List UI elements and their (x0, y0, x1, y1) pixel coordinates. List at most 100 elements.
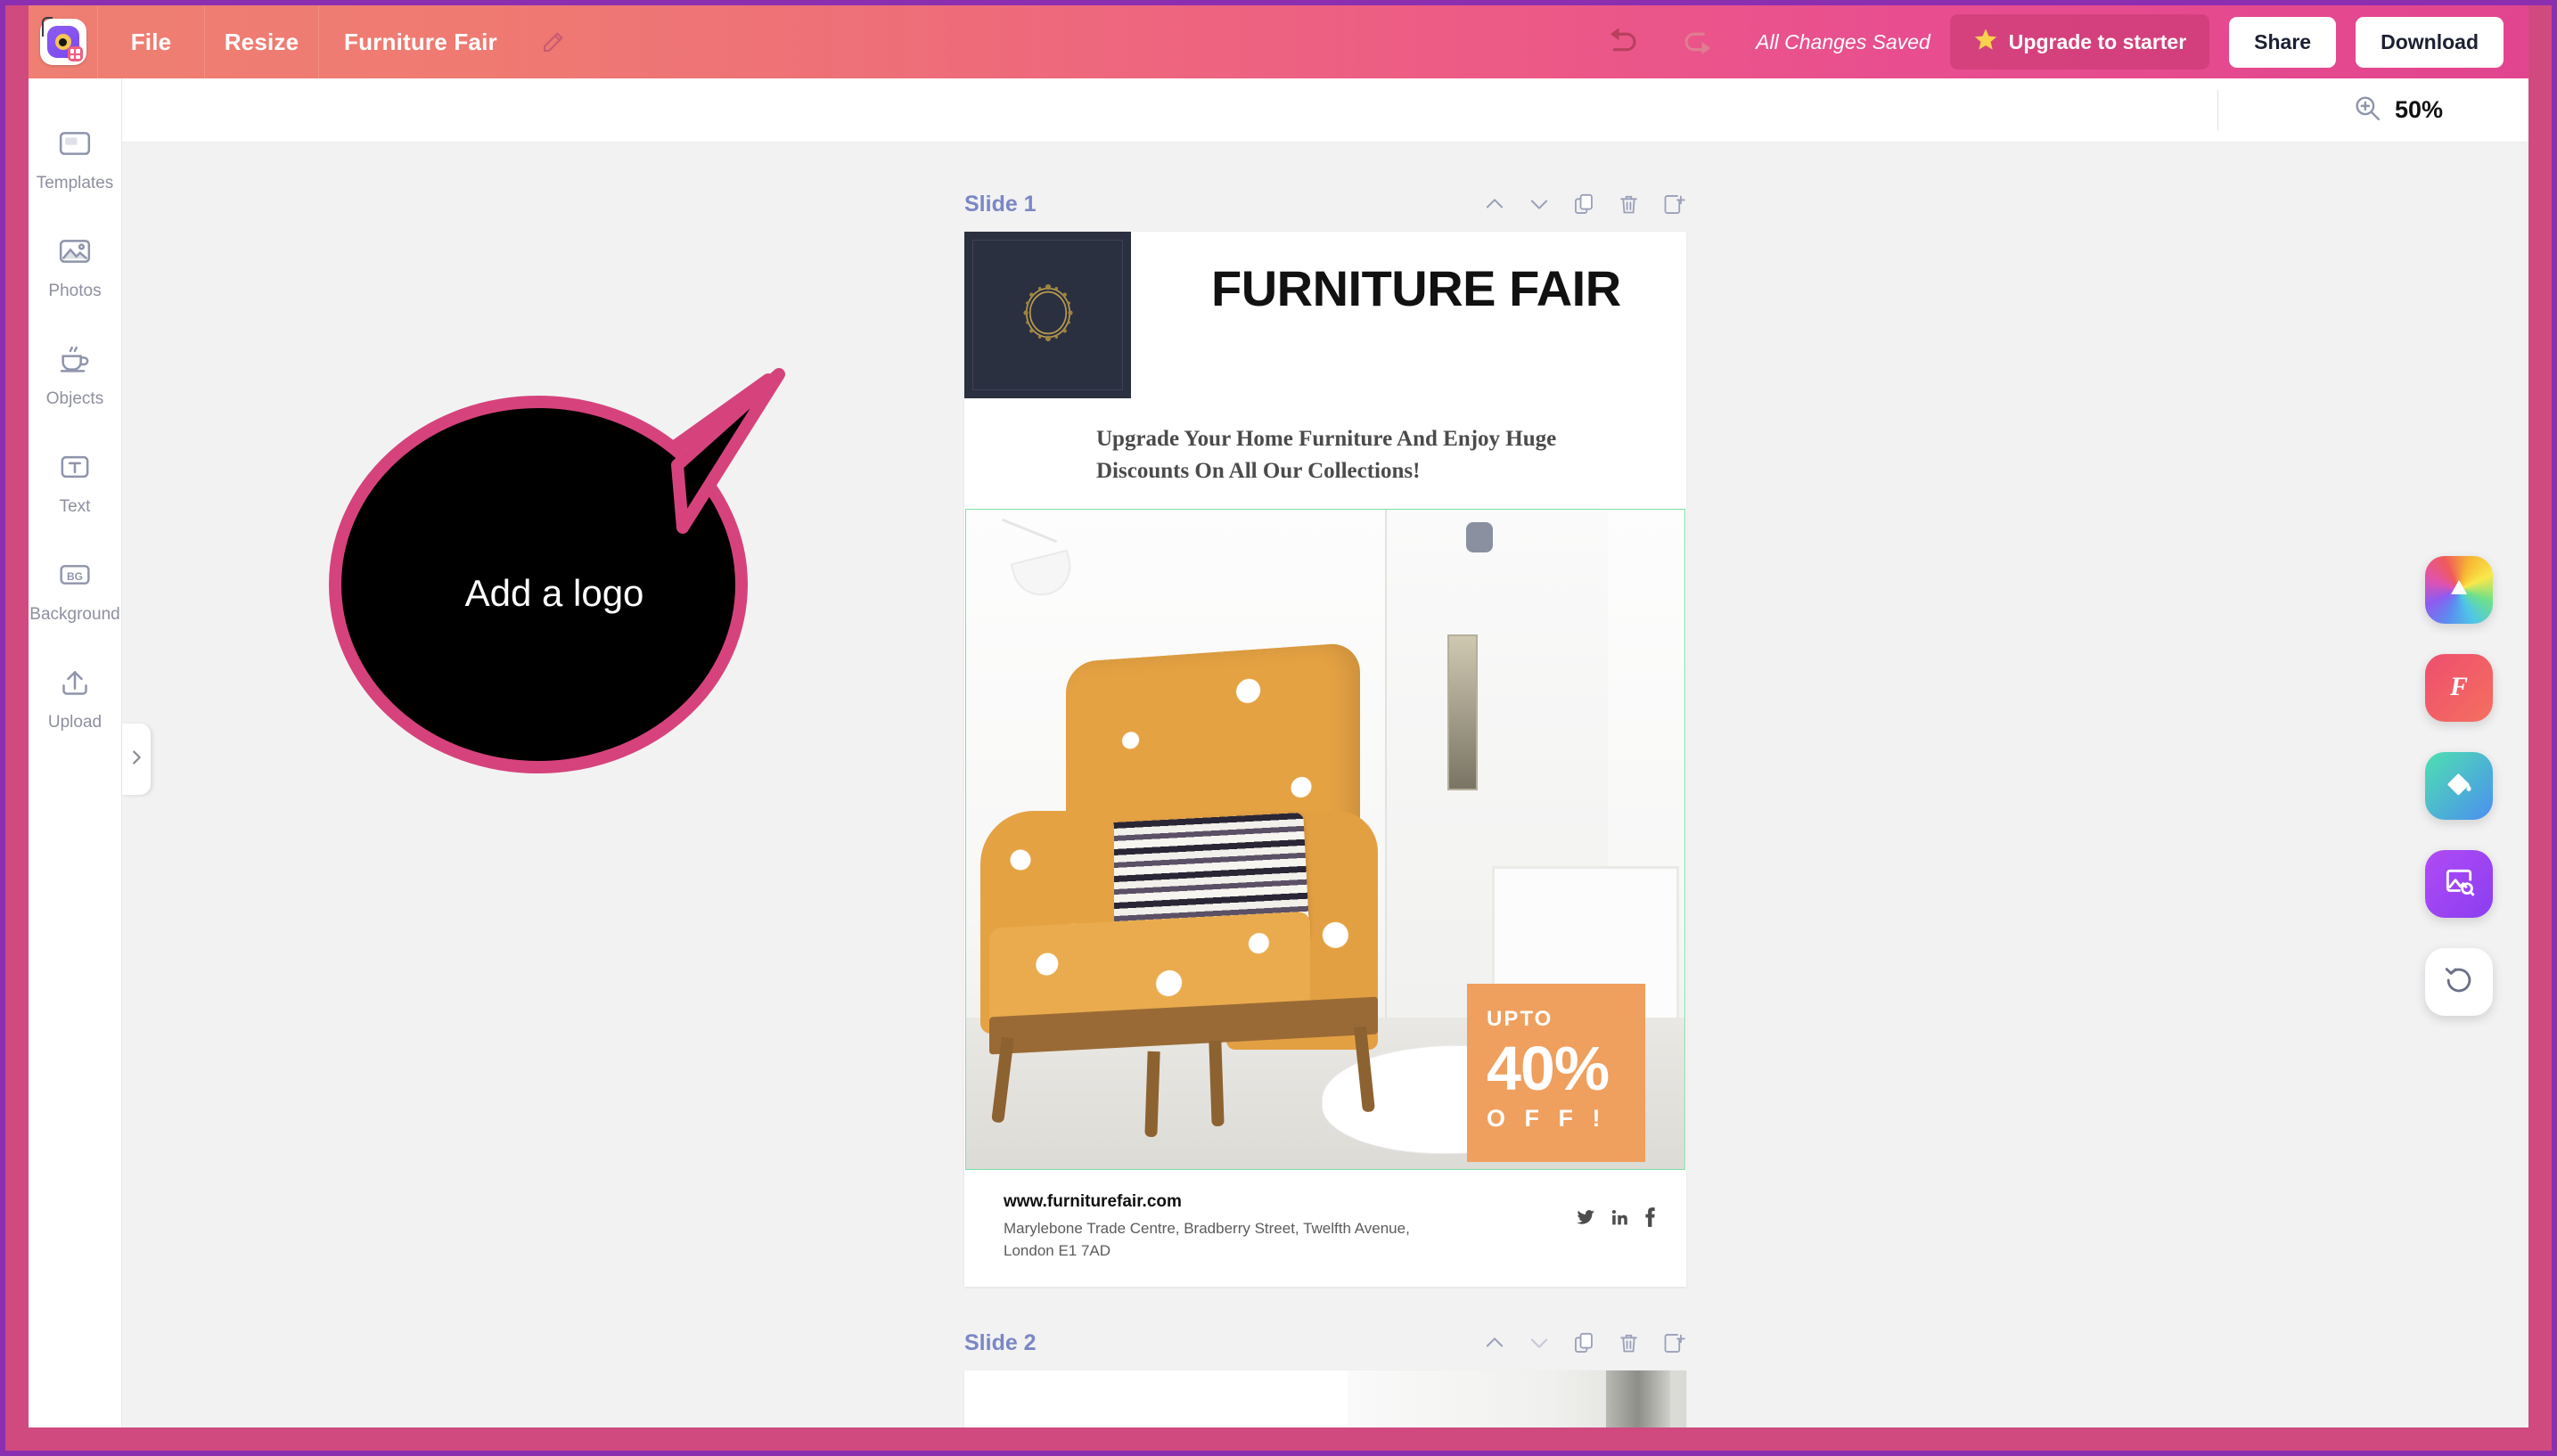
armchair (980, 642, 1408, 1138)
slide-2-header: Slide 2 (964, 1324, 1686, 1362)
discount-off: O F F ! (1487, 1105, 1607, 1133)
zoom-in-icon (2352, 93, 2382, 127)
poster-header: FURNITURE FAIR (964, 232, 1686, 398)
sidebar-item-photos[interactable]: Photos (29, 211, 122, 319)
template-palette-icon (2441, 574, 2477, 607)
poster-title[interactable]: FURNITURE FAIR (1131, 232, 1686, 398)
left-sidebar: Templates Photos Objects Text BG Backgro… (29, 78, 122, 1427)
svg-text:BG: BG (67, 570, 83, 583)
right-tool-templates[interactable] (2425, 556, 2493, 624)
history-controls (1565, 20, 1756, 63)
slide-1-tools (1481, 191, 1686, 217)
app-window: File Resize Furniture Fair All Changes S… (29, 5, 2528, 1427)
discount-badge: UPTO 40% O F F ! (1467, 984, 1645, 1162)
slides-scroll-region[interactable]: Slide 1 FURNITURE FAIR Upgrade Your Home… (122, 143, 2528, 1427)
slide-1: Slide 1 FURNITURE FAIR Upgrade Your Home… (964, 185, 1686, 1288)
canvas-area: 50% Slide 1 FURNITURE FAIR Upgrade Your … (122, 78, 2528, 1427)
sidebar-item-upload[interactable]: Upload (29, 642, 122, 750)
upgrade-button-label: Upgrade to starter (2008, 29, 2187, 53)
delete-icon[interactable] (1615, 1329, 1642, 1356)
upgrade-button[interactable]: Upgrade to starter (1949, 14, 2210, 70)
logo-eye-inner (59, 37, 67, 46)
sidebar-label-text: Text (59, 497, 91, 516)
discount-upto: UPTO (1487, 1007, 1553, 1031)
toolbar-divider (2217, 89, 2218, 131)
image-search-icon (2442, 865, 2476, 904)
slide-1-header: Slide 1 (964, 185, 1686, 223)
sidebar-item-text[interactable]: Text (29, 427, 122, 535)
poster-image-selected[interactable]: UPTO 40% O F F ! (965, 509, 1685, 1170)
sidebar-label-background: Background (29, 605, 120, 624)
linkedin-icon[interactable] (1610, 1208, 1629, 1231)
slide-2-canvas[interactable]: FURNITURE FAIR (964, 1370, 1686, 1427)
menu-file-label: File (130, 28, 172, 55)
page-frame: File Resize Furniture Fair All Changes S… (0, 0, 2557, 1456)
duplicate-icon[interactable] (1570, 1329, 1597, 1356)
undo-icon[interactable] (1601, 20, 1643, 63)
right-tool-colors[interactable] (2425, 752, 2493, 820)
save-status: All Changes Saved (1756, 29, 1930, 53)
download-button[interactable]: Download (2356, 16, 2504, 68)
sidebar-item-templates[interactable]: Templates (29, 103, 122, 211)
poster-website[interactable]: www.furniturefair.com (1004, 1192, 1431, 1212)
zoom-value: 50% (2394, 96, 2443, 123)
add-slide-icon[interactable] (1660, 191, 1686, 217)
design-title[interactable]: Furniture Fair (319, 5, 522, 78)
toolbar-right-group: All Changes Saved Upgrade to starter Sha… (1756, 14, 2528, 70)
share-button[interactable]: Share (2229, 16, 2337, 68)
move-up-icon[interactable] (1481, 191, 1508, 217)
floor-lamp (998, 518, 1080, 602)
discount-percent: 40% (1487, 1034, 1610, 1103)
move-up-icon[interactable] (1481, 1329, 1508, 1356)
top-toolbar: File Resize Furniture Fair All Changes S… (29, 5, 2528, 78)
objects-icon (54, 339, 95, 380)
menu-file[interactable]: File (98, 5, 205, 78)
facebook-icon[interactable] (1643, 1207, 1656, 1231)
sidebar-label-photos: Photos (48, 282, 102, 300)
chevron-right-icon (127, 748, 146, 772)
menu-resize-label: Resize (224, 28, 299, 55)
menu-resize[interactable]: Resize (205, 5, 319, 78)
text-icon (54, 446, 95, 487)
sidebar-collapse-toggle[interactable] (122, 724, 151, 795)
duplicate-icon[interactable] (1570, 191, 1597, 217)
right-tool-dock: F (2425, 556, 2493, 1016)
right-tool-reset[interactable] (2425, 948, 2493, 1016)
move-down-icon[interactable] (1526, 191, 1553, 217)
poster-logo-placeholder[interactable] (964, 232, 1131, 398)
sidebar-label-templates: Templates (36, 174, 114, 192)
move-down-icon[interactable] (1526, 1329, 1553, 1356)
zoom-toolbar: 50% (122, 78, 2528, 143)
sidebar-label-objects: Objects (45, 389, 104, 408)
slide-1-canvas[interactable]: FURNITURE FAIR Upgrade Your Home Furnitu… (964, 232, 1686, 1288)
slide-1-name: Slide 1 (964, 191, 1037, 217)
right-tool-photos[interactable] (2425, 850, 2493, 918)
logo-hook-shape (41, 17, 53, 37)
poster-address[interactable]: Marylebone Trade Centre, Bradberry Stree… (1004, 1218, 1431, 1262)
poster-contact: www.furniturefair.com Marylebone Trade C… (1004, 1192, 1431, 1262)
poster-social-links (1575, 1192, 1656, 1232)
app-logo-button[interactable] (29, 5, 98, 78)
add-slide-icon[interactable] (1660, 1329, 1686, 1356)
slide-2: Slide 2 (964, 1324, 1686, 1427)
photos-icon (54, 231, 95, 272)
right-tool-fonts[interactable]: F (2425, 654, 2493, 722)
star-icon (1973, 27, 1998, 57)
sidebar-item-background[interactable]: BG Background (29, 535, 122, 642)
pencil-icon[interactable] (522, 5, 585, 78)
slide-2-title: FURNITURE FAIR (1004, 1426, 1354, 1427)
redo-icon[interactable] (1677, 20, 1720, 63)
poster-subtitle[interactable]: Upgrade Your Home Furniture And Enjoy Hu… (964, 398, 1686, 510)
upload-icon (54, 662, 95, 703)
zoom-control[interactable]: 50% (2352, 93, 2528, 127)
chair-leg (1209, 1040, 1225, 1127)
delete-icon[interactable] (1615, 191, 1642, 217)
sidebar-label-upload: Upload (47, 713, 102, 732)
sidebar-item-objects[interactable]: Objects (29, 319, 122, 427)
reset-history-icon (2442, 963, 2476, 1002)
app-logo-icon (39, 17, 86, 65)
ornate-frame-logo (1013, 278, 1083, 352)
twitter-icon[interactable] (1575, 1207, 1596, 1232)
background-icon: BG (54, 554, 95, 595)
